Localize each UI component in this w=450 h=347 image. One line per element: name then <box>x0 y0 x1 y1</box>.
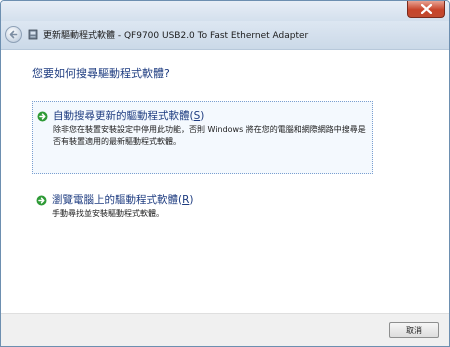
page-title: 您要如何搜尋驅動程式軟體? <box>32 67 170 80</box>
browse-computer-description: 手動尋找並安裝驅動程式軟體。 <box>52 209 164 218</box>
wizard-header: 更新驅動程式軟體 - QF9700 USB2.0 To Fast Etherne… <box>1 21 449 50</box>
browse-computer-title[interactable]: 瀏覽電腦上的驅動程式軟體(R) <box>52 192 194 207</box>
green-arrow-icon <box>37 111 48 122</box>
auto-search-mnemonic-close: ) <box>200 110 205 122</box>
browse-computer-option[interactable]: 瀏覽電腦上的驅動程式軟體(R) 手動尋找並安裝驅動程式軟體。 <box>32 186 373 226</box>
back-arrow-icon <box>9 30 18 39</box>
auto-search-title[interactable]: 自動搜尋更新的驅動程式軟體(S) <box>53 108 204 123</box>
close-button[interactable] <box>407 1 445 18</box>
update-driver-window: 更新驅動程式軟體 - QF9700 USB2.0 To Fast Etherne… <box>0 0 450 347</box>
cancel-button[interactable]: 取消 <box>389 322 439 338</box>
auto-search-option[interactable]: 自動搜尋更新的驅動程式軟體(S) 除非您在裝置安裝設定中停用此功能，否則 Win… <box>32 101 373 174</box>
browse-computer-label: 瀏覽電腦上的驅動程式軟體 <box>52 194 178 206</box>
auto-search-description: 除非您在裝置安裝設定中停用此功能，否則 Windows 將在您的電腦和網際網路中… <box>53 125 366 146</box>
auto-search-label: 自動搜尋更新的驅動程式軟體 <box>53 110 190 122</box>
close-icon <box>421 4 432 14</box>
green-arrow-icon <box>36 195 47 206</box>
browse-mnemonic-close: ) <box>189 194 194 206</box>
title-bar[interactable] <box>1 1 449 21</box>
window-title: 更新驅動程式軟體 - QF9700 USB2.0 To Fast Etherne… <box>43 31 309 41</box>
back-button[interactable] <box>5 26 22 43</box>
dialog-footer: 取消 <box>1 313 449 346</box>
hardware-device-icon <box>28 29 38 40</box>
